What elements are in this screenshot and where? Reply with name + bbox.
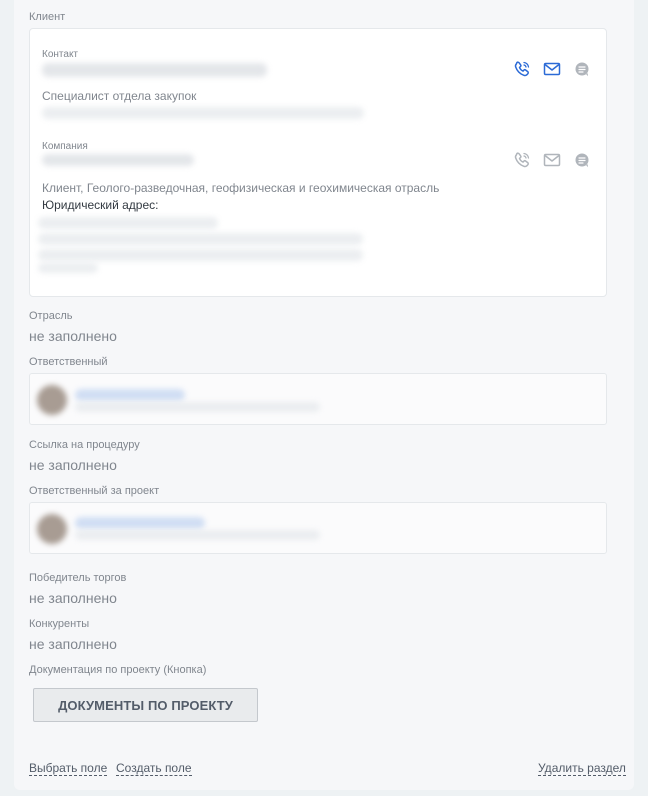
contact-name-redacted[interactable] bbox=[42, 63, 267, 77]
client-section-title: Клиент bbox=[29, 11, 66, 23]
project-responsible-box bbox=[29, 502, 607, 554]
company-label: Компания bbox=[42, 141, 88, 152]
create-field-link[interactable]: Создать поле bbox=[116, 761, 192, 776]
winner-title: Победитель торгов bbox=[29, 572, 127, 584]
responsible-box bbox=[29, 373, 607, 425]
avatar[interactable] bbox=[37, 514, 67, 544]
industry-value: не заполнено bbox=[29, 328, 117, 344]
company-name-redacted[interactable] bbox=[42, 154, 194, 166]
details-panel: Клиент Контакт Специалист отдела закупок… bbox=[14, 0, 634, 790]
avatar[interactable] bbox=[37, 385, 67, 415]
chat-icon[interactable] bbox=[572, 150, 592, 170]
responsible-position-redacted bbox=[75, 402, 320, 412]
project-responsible-title: Ответственный за проект bbox=[29, 485, 160, 497]
competitors-value: не заполнено bbox=[29, 636, 117, 652]
company-description: Клиент, Геолого-разведочная, геофизическ… bbox=[42, 181, 440, 195]
contact-position: Специалист отдела закупок bbox=[42, 89, 197, 103]
competitors-title: Конкуренты bbox=[29, 618, 90, 630]
contact-details-redacted bbox=[42, 107, 364, 119]
address-line-redacted bbox=[38, 263, 98, 273]
responsible-name-redacted[interactable] bbox=[75, 389, 185, 401]
procedure-link-value: не заполнено bbox=[29, 457, 117, 473]
project-responsible-name-redacted[interactable] bbox=[75, 517, 205, 529]
responsible-title: Ответственный bbox=[29, 356, 108, 368]
select-field-link[interactable]: Выбрать поле bbox=[29, 761, 108, 776]
industry-title: Отрасль bbox=[29, 310, 73, 322]
mail-icon[interactable] bbox=[542, 150, 562, 170]
address-line-redacted bbox=[38, 249, 363, 261]
mail-icon[interactable] bbox=[542, 59, 562, 79]
project-responsible-position-redacted bbox=[75, 530, 320, 540]
client-card: Контакт Специалист отдела закупок Компан… bbox=[29, 28, 607, 297]
documentation-title: Документация по проекту (Кнопка) bbox=[29, 664, 207, 676]
address-line-redacted bbox=[38, 217, 218, 229]
phone-icon[interactable] bbox=[512, 150, 532, 170]
project-documents-button[interactable]: ДОКУМЕНТЫ ПО ПРОЕКТУ bbox=[33, 688, 258, 722]
address-line-redacted bbox=[38, 233, 363, 245]
contact-label: Контакт bbox=[42, 49, 79, 60]
procedure-link-title: Ссылка на процедуру bbox=[29, 439, 140, 451]
chat-icon[interactable] bbox=[572, 59, 592, 79]
winner-value: не заполнено bbox=[29, 590, 117, 606]
contact-actions bbox=[512, 59, 592, 79]
phone-icon[interactable] bbox=[512, 59, 532, 79]
company-actions bbox=[512, 150, 592, 170]
company-address-label: Юридический адрес: bbox=[42, 198, 159, 212]
delete-section-link[interactable]: Удалить раздел bbox=[538, 761, 626, 776]
